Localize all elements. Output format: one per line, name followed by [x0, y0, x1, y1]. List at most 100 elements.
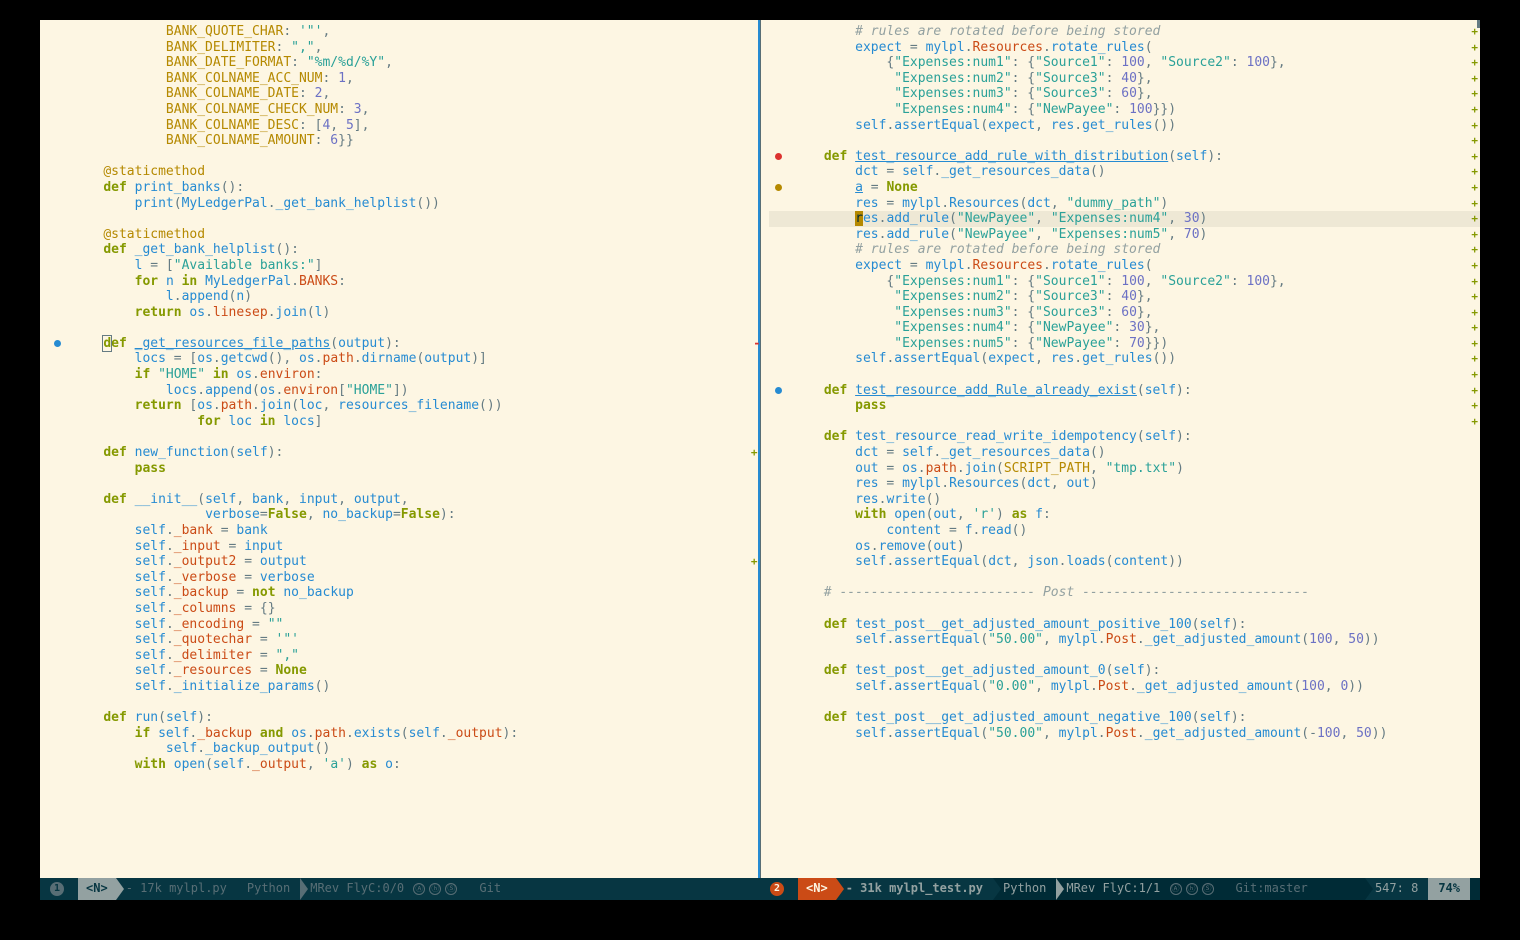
code-line[interactable]: "Expenses:num2": {"Source3": 40},+ — [769, 71, 1481, 87]
code-line[interactable]: l.append(n) — [48, 289, 760, 305]
code-line[interactable]: self.assertEqual(expect, res.get_rules()… — [769, 351, 1481, 367]
code-line[interactable]: pass+ — [769, 398, 1481, 414]
code-line[interactable]: def __init__(self, bank, input, output, — [48, 492, 760, 508]
code-line[interactable]: @staticmethod — [48, 164, 760, 180]
code-line[interactable]: out = os.path.join(SCRIPT_PATH, "tmp.txt… — [769, 461, 1481, 477]
code-line[interactable] — [48, 211, 760, 227]
code-line[interactable]: {"Expenses:num1": {"Source1": 100, "Sour… — [769, 274, 1481, 290]
code-line[interactable]: print(MyLedgerPal._get_bank_helplist()) — [48, 196, 760, 212]
code-line[interactable]: if "HOME" in os.environ: — [48, 367, 760, 383]
code-line[interactable]: self._bank = bank — [48, 523, 760, 539]
code-line[interactable]: "Expenses:num4": {"NewPayee": 30},+ — [769, 320, 1481, 336]
code-line[interactable]: self._output2 = output+ — [48, 554, 760, 570]
code-line[interactable]: def new_function(self):+ — [48, 445, 760, 461]
code-line[interactable]: self._columns = {} — [48, 601, 760, 617]
code-line[interactable]: def test_resource_read_write_idempotency… — [769, 429, 1481, 445]
code-line[interactable]: res = mylpl.Resources(dct, out) — [769, 476, 1481, 492]
code-line[interactable]: self._verbose = verbose — [48, 570, 760, 586]
code-line[interactable]: BANK_DATE_FORMAT: "%m/%d/%Y", — [48, 55, 760, 71]
right-pane[interactable]: # rules are rotated before being stored+… — [761, 20, 1481, 878]
code-line[interactable]: os.remove(out) — [769, 539, 1481, 555]
code-line[interactable]: BANK_COLNAME_DESC: [4, 5], — [48, 118, 760, 134]
code-line[interactable]: for loc in locs] — [48, 414, 760, 430]
code-line[interactable]: locs = [os.getcwd(), os.path.dirname(out… — [48, 351, 760, 367]
left-pane[interactable]: BANK_QUOTE_CHAR: '"', BANK_DELIMITER: ",… — [40, 20, 761, 878]
code-line[interactable]: self.assertEqual("50.00", mylpl.Post._ge… — [769, 726, 1481, 742]
code-line[interactable]: BANK_COLNAME_CHECK_NUM: 3, — [48, 102, 760, 118]
code-line[interactable]: BANK_COLNAME_AMOUNT: 6}} — [48, 133, 760, 149]
code-line[interactable]: self._input = input — [48, 539, 760, 555]
code-line[interactable]: + — [769, 367, 1481, 383]
code-line[interactable]: self._resources = None — [48, 663, 760, 679]
code-line[interactable]: + — [769, 414, 1481, 430]
code-line[interactable]: def _get_bank_helplist(): — [48, 242, 760, 258]
code-line[interactable]: l = ["Available banks:"] — [48, 258, 760, 274]
code-line[interactable]: self.assertEqual("0.00", mylpl.Post._get… — [769, 679, 1481, 695]
code-line[interactable]: "Expenses:num2": {"Source3": 40},+ — [769, 289, 1481, 305]
code-line[interactable]: if self._backup and os.path.exists(self.… — [48, 726, 760, 742]
code-line[interactable] — [48, 149, 760, 165]
code-line[interactable]: def test_resource_add_Rule_already_exist… — [769, 383, 1481, 399]
code-line[interactable] — [48, 695, 760, 711]
code-line[interactable]: def test_post__get_adjusted_amount_negat… — [769, 710, 1481, 726]
code-line[interactable]: + — [769, 133, 1481, 149]
code-line[interactable]: verbose=False, no_backup=False): — [48, 507, 760, 523]
code-line[interactable] — [48, 476, 760, 492]
code-line[interactable]: "Expenses:num3": {"Source3": 60},+ — [769, 305, 1481, 321]
code-line[interactable]: # rules are rotated before being stored+ — [769, 24, 1481, 40]
code-line[interactable]: def test_post__get_adjusted_amount_0(sel… — [769, 663, 1481, 679]
code-line[interactable]: {"Expenses:num1": {"Source1": 100, "Sour… — [769, 55, 1481, 71]
code-line[interactable]: "Expenses:num3": {"Source3": 60},+ — [769, 86, 1481, 102]
code-line[interactable]: BANK_DELIMITER: ",", — [48, 40, 760, 56]
code-line[interactable]: BANK_QUOTE_CHAR: '"', — [48, 24, 760, 40]
code-line[interactable]: def run(self): — [48, 710, 760, 726]
code-line[interactable]: self._delimiter = "," — [48, 648, 760, 664]
code-line[interactable]: locs.append(os.environ["HOME"]) — [48, 383, 760, 399]
code-line[interactable]: expect = mylpl.Resources.rotate_rules(+ — [769, 40, 1481, 56]
code-line[interactable]: res.add_rule("NewPayee", "Expenses:num5"… — [769, 227, 1481, 243]
code-line[interactable]: return os.linesep.join(l) — [48, 305, 760, 321]
code-line[interactable]: def print_banks(): — [48, 180, 760, 196]
code-line[interactable]: with open(self._output, 'a') as o: — [48, 757, 760, 773]
scrollbar-thumb-top[interactable] — [1477, 20, 1480, 28]
code-line[interactable]: res = mylpl.Resources(dct, "dummy_path")… — [769, 196, 1481, 212]
code-line[interactable] — [769, 695, 1481, 711]
code-line[interactable]: return [os.path.join(loc, resources_file… — [48, 398, 760, 414]
code-line[interactable]: self._initialize_params() — [48, 679, 760, 695]
code-line[interactable] — [769, 648, 1481, 664]
code-line[interactable]: dct = self._get_resources_data() — [769, 445, 1481, 461]
code-line[interactable]: self.assertEqual(dct, json.loads(content… — [769, 554, 1481, 570]
code-line[interactable]: def _get_resources_file_paths(output): — [48, 336, 760, 352]
code-line[interactable]: pass — [48, 461, 760, 477]
code-line[interactable]: self._backup_output() — [48, 741, 760, 757]
code-line[interactable]: @staticmethod — [48, 227, 760, 243]
code-line[interactable] — [48, 429, 760, 445]
code-line[interactable]: with open(out, 'r') as f: — [769, 507, 1481, 523]
code-line[interactable]: self._backup = not no_backup — [48, 585, 760, 601]
modeline-left[interactable]: 1 <N> - 17k mylpl.py Python MRev FlyC:0/… — [40, 878, 760, 900]
code-line[interactable]: self._quotechar = '"' — [48, 632, 760, 648]
code-line[interactable]: # ------------------------- Post -------… — [769, 585, 1481, 601]
code-line[interactable]: self._encoding = "" — [48, 617, 760, 633]
code-line[interactable]: self.assertEqual(expect, res.get_rules()… — [769, 118, 1481, 134]
code-line[interactable]: a = None+ — [769, 180, 1481, 196]
code-line[interactable]: for n in MyLedgerPal.BANKS: — [48, 274, 760, 290]
code-line[interactable]: res.write() — [769, 492, 1481, 508]
code-line[interactable]: res.add_rule("NewPayee", "Expenses:num4"… — [769, 211, 1481, 227]
code-line[interactable]: content = f.read() — [769, 523, 1481, 539]
code-line[interactable]: # rules are rotated before being stored+ — [769, 242, 1481, 258]
code-line[interactable]: "Expenses:num4": {"NewPayee": 100}})+ — [769, 102, 1481, 118]
code-line[interactable]: expect = mylpl.Resources.rotate_rules(+ — [769, 258, 1481, 274]
code-line[interactable]: self.assertEqual("50.00", mylpl.Post._ge… — [769, 632, 1481, 648]
code-line[interactable] — [48, 320, 760, 336]
code-line[interactable]: BANK_COLNAME_ACC_NUM: 1, — [48, 71, 760, 87]
left-code[interactable]: BANK_QUOTE_CHAR: '"', BANK_DELIMITER: ",… — [40, 20, 760, 777]
modeline-right[interactable]: 2 <N> - 31k mylpl_test.py Python MRev Fl… — [760, 878, 1480, 900]
code-line[interactable] — [769, 570, 1481, 586]
code-line[interactable]: dct = self._get_resources_data()+ — [769, 164, 1481, 180]
code-line[interactable]: def test_post__get_adjusted_amount_posit… — [769, 617, 1481, 633]
code-line[interactable] — [769, 601, 1481, 617]
code-line[interactable]: def test_resource_add_rule_with_distribu… — [769, 149, 1481, 165]
code-line[interactable]: BANK_COLNAME_DATE: 2, — [48, 86, 760, 102]
right-code[interactable]: # rules are rotated before being stored+… — [761, 20, 1481, 745]
